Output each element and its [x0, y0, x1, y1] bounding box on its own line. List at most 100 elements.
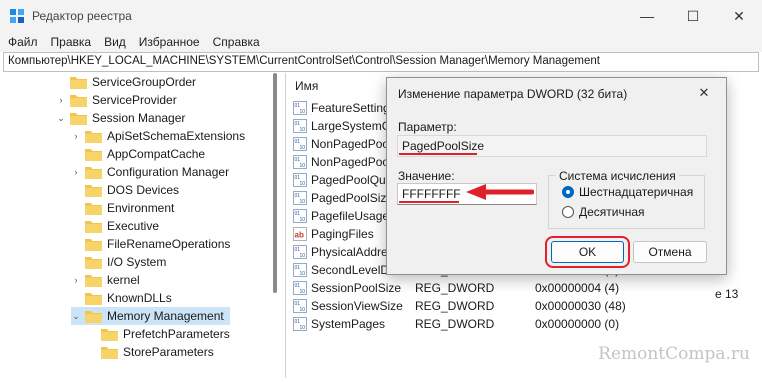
tree-item[interactable]: ServiceGroupOrder: [56, 73, 196, 91]
tree-item[interactable]: StoreParameters: [87, 343, 214, 361]
pane-splitter[interactable]: [285, 73, 286, 378]
chevron-right-icon[interactable]: ›: [71, 167, 81, 177]
tree-item[interactable]: ⌄ Session Manager: [56, 109, 185, 127]
value-data: 0x00000004 (4): [535, 281, 620, 295]
folder-icon: [101, 328, 118, 341]
svg-text:10: 10: [300, 325, 306, 331]
minimize-button[interactable]: —: [624, 0, 670, 32]
title-bar: Редактор реестра — ☐ ✕: [0, 0, 762, 32]
arrow-left-icon: [466, 184, 534, 200]
radio-hex[interactable]: [562, 186, 574, 198]
tree-item-label: FileRenameOperations: [107, 237, 231, 251]
value-name: PhysicalAddres: [311, 245, 394, 259]
dword-icon: 01 10: [293, 155, 307, 169]
chevron-down-icon[interactable]: ⌄: [56, 113, 66, 123]
tree-item[interactable]: PrefetchParameters: [87, 325, 230, 343]
folder-icon: [85, 130, 102, 143]
dialog-title: Изменение параметра DWORD (32 бита): [398, 87, 628, 101]
tree-item[interactable]: › ServiceProvider: [56, 91, 177, 109]
menu-bar: Файл Правка Вид Избранное Справка: [0, 32, 762, 52]
watermark-text: RemontCompa.ru: [598, 344, 750, 364]
base-group-title: Система исчисления: [556, 169, 679, 183]
svg-text:10: 10: [300, 145, 306, 151]
folder-icon: [85, 166, 102, 179]
svg-text:10: 10: [300, 307, 306, 313]
tree-item-label: PrefetchParameters: [123, 327, 230, 341]
radio-dec[interactable]: [562, 206, 574, 218]
list-row[interactable]: 01 10 SessionPoolSize REG_DWORD 0x00000004 (…: [287, 279, 759, 297]
string-icon: ab: [293, 227, 307, 241]
value-label: Значение:: [398, 169, 455, 183]
menu-edit[interactable]: Правка: [51, 35, 92, 49]
dialog-close-button[interactable]: ✕: [690, 81, 718, 105]
svg-text:10: 10: [300, 253, 306, 259]
tree-item[interactable]: DOS Devices: [71, 181, 179, 199]
edit-dword-dialog: Изменение параметра DWORD (32 бита) ✕ Па…: [386, 77, 727, 275]
chevron-right-icon[interactable]: ›: [71, 275, 81, 285]
dword-icon: 01 10: [293, 191, 307, 205]
tree-item-label: KnownDLLs: [107, 291, 172, 305]
svg-text:10: 10: [300, 271, 306, 277]
column-header-name[interactable]: Имя: [295, 79, 318, 93]
param-label: Параметр:: [398, 120, 457, 134]
value-name: SessionPoolSize: [311, 281, 402, 295]
ok-button[interactable]: OK: [551, 241, 624, 263]
param-highlight-underline: [399, 153, 477, 155]
tree-item[interactable]: › ApiSetSchemaExtensions: [71, 127, 246, 145]
address-bar[interactable]: Компьютер\HKEY_LOCAL_MACHINE\SYSTEM\Curr…: [3, 52, 759, 72]
registry-tree: ServiceGroupOrder › ServiceProvider ⌄ Sessio…: [3, 73, 283, 378]
tree-item-label: ServiceGroupOrder: [92, 75, 197, 89]
value-name: NonPagedPoo: [311, 137, 390, 151]
menu-view[interactable]: Вид: [104, 35, 126, 49]
window-title: Редактор реестра: [32, 9, 132, 23]
close-button[interactable]: ✕: [716, 0, 762, 32]
value-type: REG_DWORD: [415, 299, 495, 313]
tree-item[interactable]: FileRenameOperations: [71, 235, 230, 253]
tree-item-label: I/O System: [107, 255, 167, 269]
list-row[interactable]: 01 10 SystemPages REG_DWORD 0x00000000 (0): [287, 315, 759, 333]
tree-item[interactable]: KnownDLLs: [71, 289, 172, 307]
tree-item[interactable]: AppCompatCache: [71, 145, 205, 163]
tree-item-label: StoreParameters: [123, 345, 214, 359]
chevron-right-icon[interactable]: ›: [71, 131, 81, 141]
menu-favorites[interactable]: Избранное: [139, 35, 200, 49]
param-name-value: PagedPoolSize: [402, 139, 485, 153]
radio-dec-row[interactable]: Десятичная: [562, 205, 645, 219]
folder-icon: [101, 346, 118, 359]
list-row[interactable]: 01 10 SessionViewSize REG_DWORD 0x00000030 (…: [287, 297, 759, 315]
tree-item[interactable]: Environment: [71, 199, 174, 217]
folder-icon: [85, 238, 102, 251]
tree-item[interactable]: I/O System: [71, 253, 166, 271]
cancel-button[interactable]: Отмена: [633, 241, 707, 263]
value-name: FeatureSettings: [311, 101, 396, 115]
maximize-button[interactable]: ☐: [670, 0, 716, 32]
tree-item[interactable]: › kernel: [71, 271, 140, 289]
chevron-down-icon[interactable]: ⌄: [71, 311, 81, 321]
svg-text:10: 10: [300, 289, 306, 295]
value-name: LargeSystemCa: [311, 119, 398, 133]
value-data: 0x00000000 (0): [535, 317, 620, 331]
svg-text:10: 10: [300, 217, 306, 223]
dword-icon: 01 10: [293, 101, 307, 115]
radio-hex-row[interactable]: Шестнадцатеричная: [562, 185, 693, 199]
tree-scrollbar[interactable]: [273, 73, 277, 293]
svg-text:10: 10: [300, 181, 306, 187]
registry-editor-icon: [10, 9, 24, 23]
svg-text:10: 10: [300, 127, 306, 133]
chevron-right-icon[interactable]: ›: [56, 95, 66, 105]
dword-icon: 01 10: [293, 317, 307, 331]
folder-icon: [85, 184, 102, 197]
dword-icon: 01 10: [293, 299, 307, 313]
tree-item[interactable]: › Configuration Manager: [71, 163, 230, 181]
tree-item[interactable]: ⌄ Memory Management: [71, 307, 230, 325]
menu-file[interactable]: Файл: [8, 35, 38, 49]
tree-item[interactable]: Executive: [71, 217, 159, 235]
value-name: SessionViewSize: [311, 299, 403, 313]
menu-help[interactable]: Справка: [213, 35, 260, 49]
